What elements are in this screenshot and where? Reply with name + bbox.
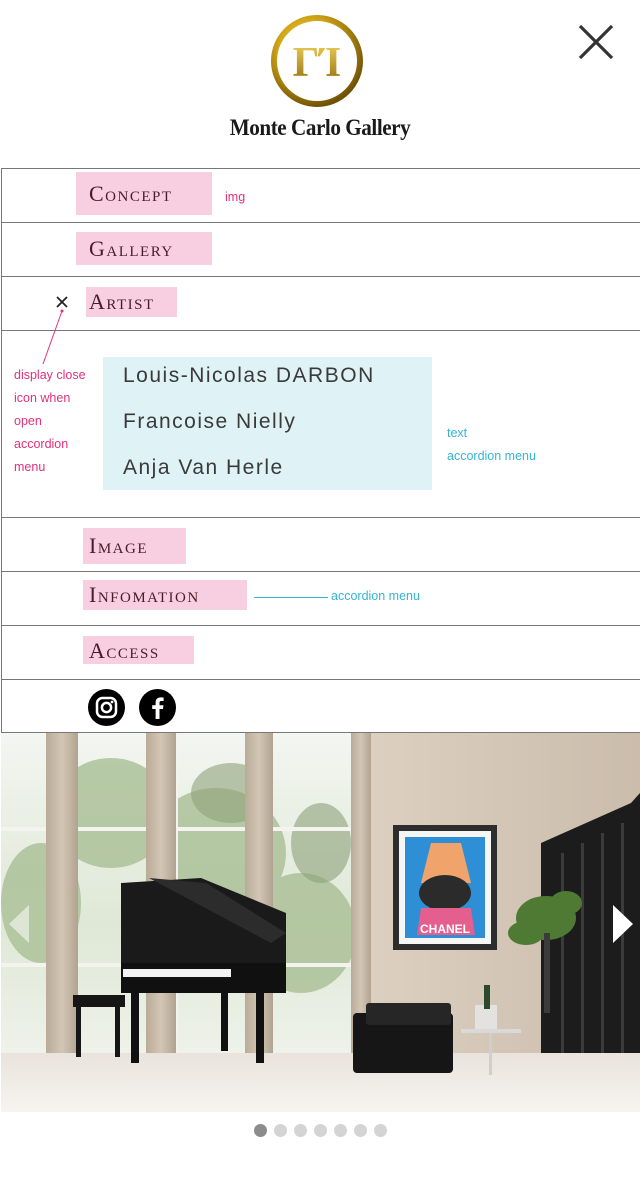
- menu-item-artist[interactable]: Artist: [1, 276, 640, 330]
- chevron-right-icon[interactable]: [609, 903, 637, 945]
- annotation-text-note: text accordion menu: [447, 426, 536, 463]
- carousel-dot[interactable]: [294, 1124, 307, 1137]
- poster-text: CHANEL: [420, 922, 470, 936]
- social-links: [1, 679, 640, 733]
- chevron-left-icon[interactable]: [5, 903, 33, 945]
- annotation-line: [254, 597, 328, 598]
- artist-link[interactable]: Louis-Nicolas DARBON: [123, 364, 375, 388]
- artist-link[interactable]: Anja Van Herle: [123, 456, 284, 480]
- artist-link[interactable]: Francoise Nielly: [123, 410, 296, 434]
- carousel-dot[interactable]: [354, 1124, 367, 1137]
- annotation-info-note: accordion menu: [331, 589, 420, 603]
- carousel-dot[interactable]: [314, 1124, 327, 1137]
- nav-menu: Concept img Gallery Artist display close…: [1, 168, 640, 733]
- menu-label-image: Image: [83, 528, 186, 564]
- menu-item-gallery[interactable]: Gallery: [1, 222, 640, 276]
- menu-label-artist: Artist: [86, 287, 177, 317]
- annotation-pointer: [42, 309, 64, 365]
- menu-label-gallery: Gallery: [76, 232, 212, 265]
- annotation-close-note: display close icon when open accordion m…: [14, 368, 86, 474]
- menu-item-access[interactable]: Access: [1, 625, 640, 679]
- artist-list: Louis-Nicolas DARBON Francoise Nielly An…: [103, 357, 432, 490]
- header: ΓΊ Monte Carlo Gallery: [0, 0, 640, 168]
- menu-item-image[interactable]: Image: [1, 517, 640, 571]
- hero-image: CHANEL: [1, 733, 640, 1112]
- logo-letters: ΓΊ: [293, 40, 342, 86]
- close-icon[interactable]: [574, 20, 618, 64]
- menu-item-infomation[interactable]: Infomation accordion menu: [1, 571, 640, 625]
- carousel-dots: [0, 1124, 640, 1138]
- logo: ΓΊ: [271, 15, 363, 107]
- menu-item-concept[interactable]: Concept img: [1, 168, 640, 222]
- facebook-icon[interactable]: [139, 689, 176, 726]
- carousel-dot[interactable]: [254, 1124, 267, 1137]
- carousel-dot[interactable]: [274, 1124, 287, 1137]
- menu-label-concept: Concept: [76, 172, 212, 215]
- annotation-img: img: [225, 190, 246, 204]
- gallery-photo: CHANEL: [1, 733, 640, 1112]
- menu-label-infomation: Infomation: [83, 580, 247, 610]
- brand-name: Monte Carlo Gallery: [229, 115, 411, 140]
- accordion-close-icon[interactable]: [55, 295, 69, 309]
- carousel-dot[interactable]: [334, 1124, 347, 1137]
- artist-accordion: display close icon when open accordion m…: [1, 309, 640, 517]
- carousel-dot[interactable]: [374, 1124, 387, 1137]
- menu-label-access: Access: [83, 636, 194, 664]
- instagram-icon[interactable]: [88, 689, 125, 726]
